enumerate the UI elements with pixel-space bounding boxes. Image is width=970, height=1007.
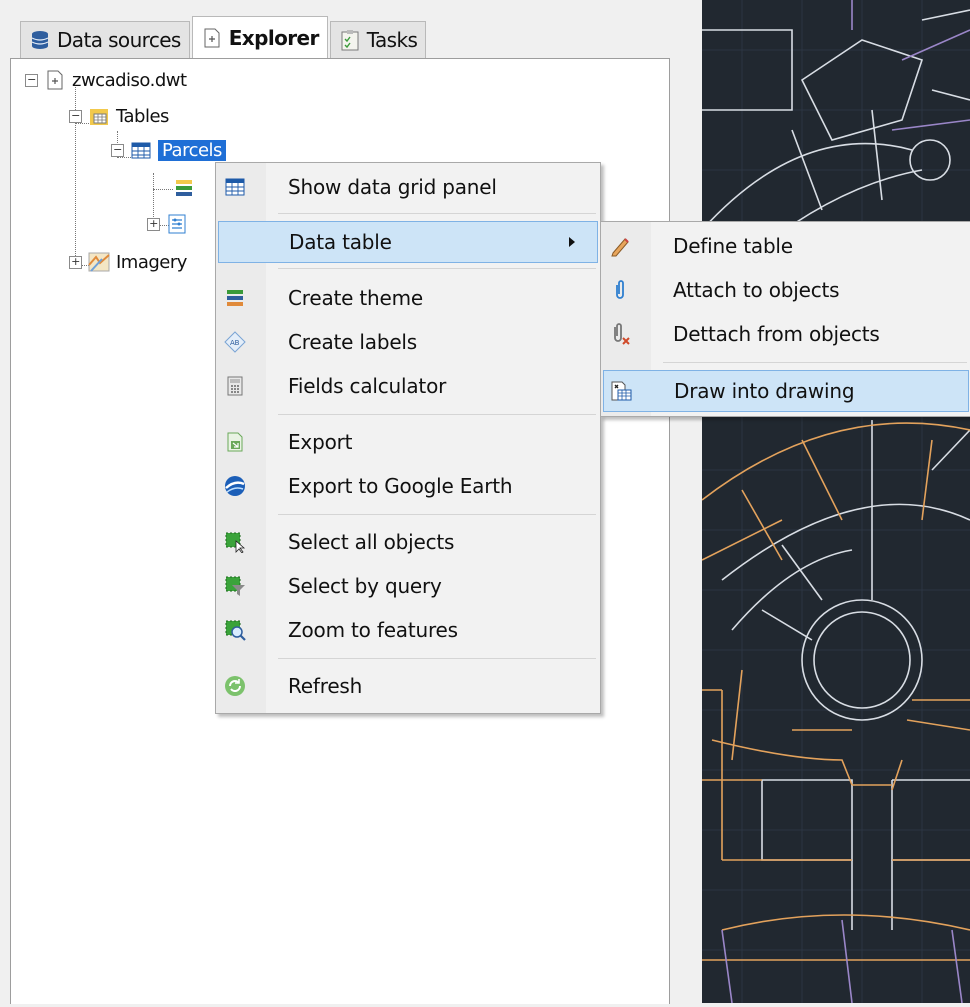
menu-separator [278,414,596,415]
menu-separator [278,658,596,659]
menu-item-fields-calculator[interactable]: Fields calculator [218,366,598,406]
menu-item-draw-into-drawing[interactable]: Draw into drawing [603,370,969,412]
menu-item-create-theme[interactable]: Create theme [218,278,598,318]
menu-item-label: Create theme [288,286,424,310]
zoom-features-icon [225,620,246,641]
expand-icon[interactable]: + [69,255,82,269]
cad-drawing [701,0,970,1004]
menu-item-label: Attach to objects [673,278,840,302]
refresh-icon [225,676,245,696]
menu-item-dettach-from-objects[interactable]: Dettach from objects [603,314,969,354]
tab-label: Explorer [228,26,320,50]
paperclip-remove-icon [614,323,630,345]
tree-label-selected: Parcels [158,139,226,161]
menu-separator [663,362,967,363]
tree-node-theme[interactable] [173,177,195,199]
google-earth-icon [225,476,245,496]
drawing-canvas[interactable] [701,0,970,1004]
menu-item-export[interactable]: Export [218,422,598,462]
menu-item-label: Select by query [288,574,442,598]
tab-explorer[interactable]: Explorer [191,16,328,59]
menu-item-create-labels[interactable]: AB Create labels [218,322,598,362]
menu-separator [278,213,596,214]
tables-folder-icon [90,109,108,125]
imagery-icon [88,252,110,272]
tree-node-fields[interactable]: + [147,213,188,235]
menu-separator [278,514,596,515]
menu-item-label: Refresh [288,674,363,698]
tree-node-root[interactable]: − zwcadiso.dwt [25,69,187,91]
menu-item-label: Fields calculator [288,374,447,398]
tab-strip: Data sources Explorer Tasks [20,14,428,59]
theme-icon [176,180,192,196]
draw-table-icon [611,381,632,401]
table-icon [131,142,151,159]
menu-item-label: Select all objects [288,530,455,554]
tab-label: Tasks [366,28,418,52]
data-table-submenu: Define table Attach to objects Dettach f… [600,221,970,417]
menu-item-label: Show data grid panel [288,175,497,199]
tab-label: Data sources [57,28,181,52]
expand-icon[interactable]: + [147,217,160,231]
menu-item-data-table[interactable]: Data table [218,221,598,263]
tree-label: Tables [116,105,169,127]
database-icon [31,31,49,49]
menu-item-select-all-objects[interactable]: Select all objects [218,522,598,562]
menu-item-label: Data table [289,230,392,254]
menu-separator [278,268,596,269]
tab-tasks[interactable]: Tasks [329,21,427,58]
menu-item-attach-to-objects[interactable]: Attach to objects [603,270,969,310]
label-tag-icon: AB [224,331,246,353]
menu-item-export-google-earth[interactable]: Export to Google Earth [218,466,598,506]
menu-item-refresh[interactable]: Refresh [218,666,598,706]
submenu-arrow-icon [569,237,575,247]
drawing-file-icon [47,70,63,90]
menu-item-label: Create labels [288,330,418,354]
select-all-icon [225,532,246,553]
tree-label: Imagery [116,251,187,273]
menu-item-label: Export [288,430,353,454]
tree-node-tables[interactable]: − Tables [69,105,169,127]
paperclip-icon [616,280,624,299]
menu-item-label: Zoom to features [288,618,458,642]
svg-text:AB: AB [230,339,240,347]
calculator-icon [227,376,243,396]
menu-item-define-table[interactable]: Define table [603,226,969,266]
menu-item-label: Export to Google Earth [288,474,513,498]
menu-item-zoom-to-features[interactable]: Zoom to features [218,610,598,650]
menu-item-show-data-grid-panel[interactable]: Show data grid panel [218,167,598,207]
tree-label: zwcadiso.dwt [72,69,187,91]
menu-item-label: Draw into drawing [674,379,855,403]
tree-node-parcels[interactable]: − Parcels [111,139,226,161]
collapse-icon[interactable]: − [69,109,82,123]
grid-table-icon [225,178,245,196]
tab-data-sources[interactable]: Data sources [20,21,190,58]
fields-icon [168,214,186,234]
theme-icon [227,290,243,306]
select-query-icon [225,576,245,596]
explorer-icon [204,28,220,48]
export-icon [227,432,243,452]
menu-item-label: Dettach from objects [673,322,880,346]
tasks-icon [341,30,359,51]
menu-item-label: Define table [673,234,793,258]
context-menu: Show data grid panel Data table Create t… [215,162,601,714]
collapse-icon[interactable]: − [25,73,38,87]
menu-item-select-by-query[interactable]: Select by query [218,566,598,606]
collapse-icon[interactable]: − [111,143,124,157]
pencil-icon [611,238,629,257]
tree-node-imagery[interactable]: + Imagery [69,251,187,273]
